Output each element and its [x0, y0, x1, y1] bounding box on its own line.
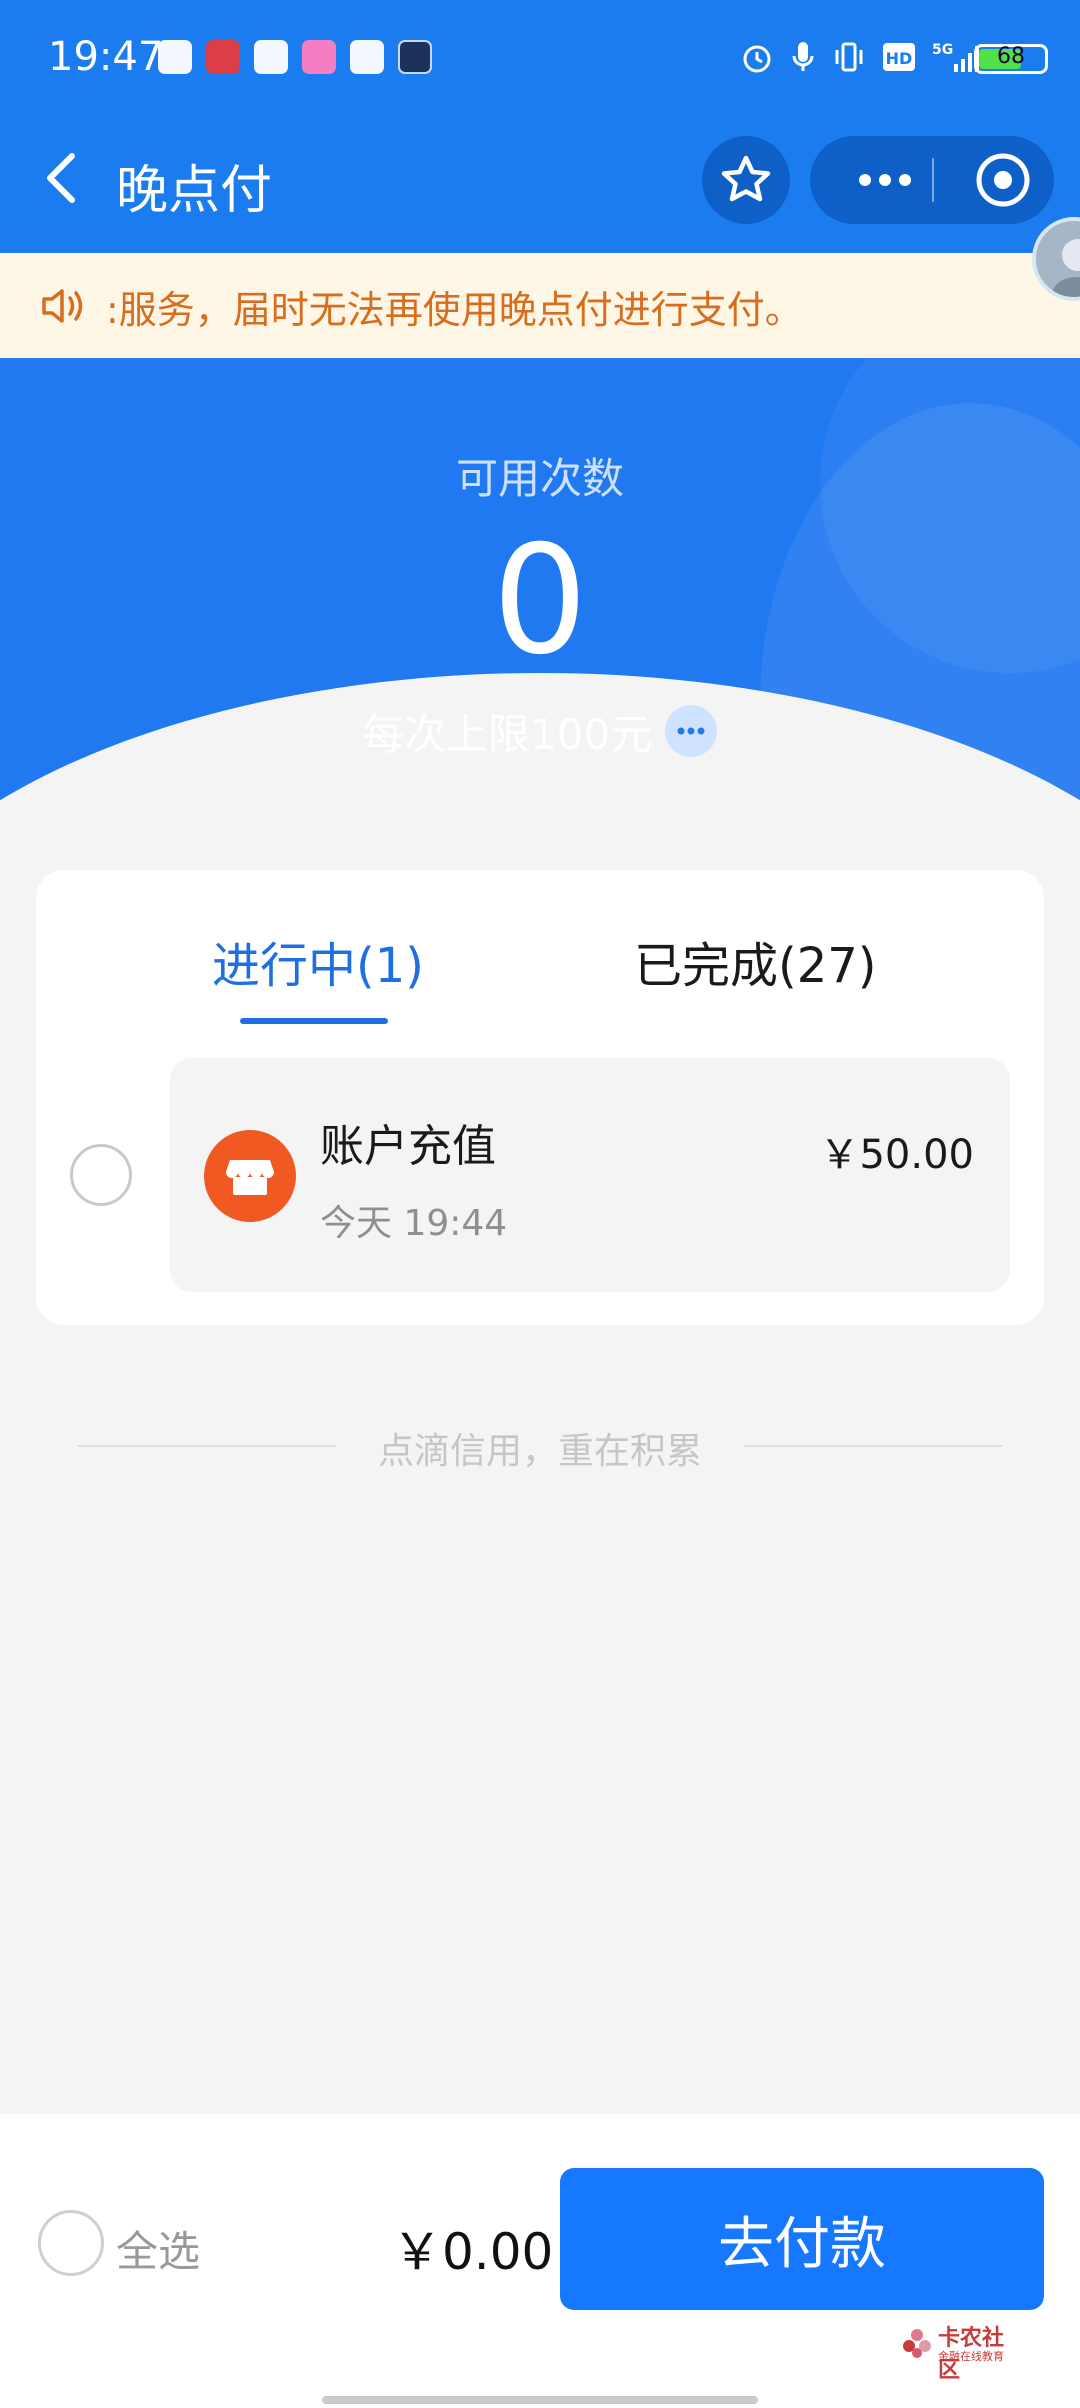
app-notification-icon	[206, 40, 240, 74]
shop-icon	[204, 1130, 296, 1222]
message-icon	[254, 40, 288, 74]
order-select-checkbox[interactable]	[70, 1144, 132, 1206]
tab-completed[interactable]: 已完成(27)	[634, 926, 877, 996]
total-amount: ￥0.00	[392, 2223, 554, 2281]
capsule-divider	[932, 158, 934, 202]
target-icon[interactable]	[958, 136, 1048, 224]
available-count-label: 可用次数	[455, 454, 624, 503]
svg-text:5G: 5G	[932, 42, 953, 58]
watermark-sub: 金融在线教育	[938, 2350, 1004, 2363]
list-item[interactable]: 账户充值 今天 19:44 ￥50.00	[170, 1058, 1010, 1292]
back-chevron-icon[interactable]	[34, 148, 94, 208]
slogan-text: 点滴信用，重在积累	[377, 1431, 702, 1472]
summary-hero: 可用次数 0 每次上限100元	[0, 253, 1080, 953]
order-amount: ￥50.00	[819, 1132, 974, 1178]
speaker-icon	[42, 289, 83, 323]
app-notification-icon	[302, 40, 336, 74]
hd-icon: HD	[883, 43, 915, 71]
wechat-icon	[158, 40, 192, 74]
status-bar: 19:47 HD 5G 68	[0, 0, 1080, 108]
battery-level: 68	[997, 44, 1025, 69]
active-tab-indicator	[240, 1018, 388, 1024]
select-all-label[interactable]: 全选	[116, 2218, 200, 2279]
orders-card: 进行中(1) 已完成(27) 账户充值 今天 19:44 ￥50.00	[36, 870, 1044, 1325]
order-time: 今天 19:44	[320, 1203, 508, 1244]
microphone-icon	[792, 42, 814, 71]
favorite-button[interactable]	[702, 136, 790, 224]
app-notification-icon	[398, 40, 432, 74]
pay-button[interactable]: 去付款	[560, 2168, 1044, 2310]
star-icon	[721, 155, 771, 202]
home-indicator[interactable]	[322, 2396, 758, 2404]
notification-icons	[158, 40, 432, 74]
alarm-icon	[743, 45, 771, 73]
available-count-value: 0	[492, 514, 588, 688]
checkout-bar: 全选 ￥0.00 去付款 卡农社区 金融在线教育	[0, 2114, 1080, 2408]
svg-text:HD: HD	[886, 49, 913, 68]
tab-in-progress[interactable]: 进行中(1)	[212, 926, 424, 996]
limit-info-button[interactable]	[665, 705, 717, 757]
page-title: 晚点付	[116, 161, 273, 221]
system-icons: HD 5G	[740, 40, 980, 74]
status-time: 19:47	[48, 34, 164, 80]
limit-text: 每次上限100元	[362, 710, 653, 759]
battery-icon: 68	[974, 44, 1048, 74]
more-dots-icon	[677, 727, 705, 735]
select-all-checkbox[interactable]	[38, 2210, 104, 2276]
mini-program-capsule	[810, 136, 1054, 224]
notice-bar[interactable]: :服务，届时无法再使用晚点付进行支付。	[0, 253, 1080, 358]
watermark-logo: 卡农社区 金融在线教育	[900, 2320, 1024, 2383]
store-icon	[226, 1160, 274, 1195]
notice-text: :服务，届时无法再使用晚点付进行支付。	[106, 288, 803, 332]
more-dots-icon[interactable]	[840, 136, 930, 224]
watermark-flower-icon	[903, 2329, 931, 2358]
order-title: 账户充值	[320, 1121, 496, 1172]
app-header: 晚点付	[0, 108, 1080, 253]
app-notification-icon	[350, 40, 384, 74]
signal-icon: 5G	[932, 42, 979, 72]
vibrate-icon	[835, 42, 863, 72]
